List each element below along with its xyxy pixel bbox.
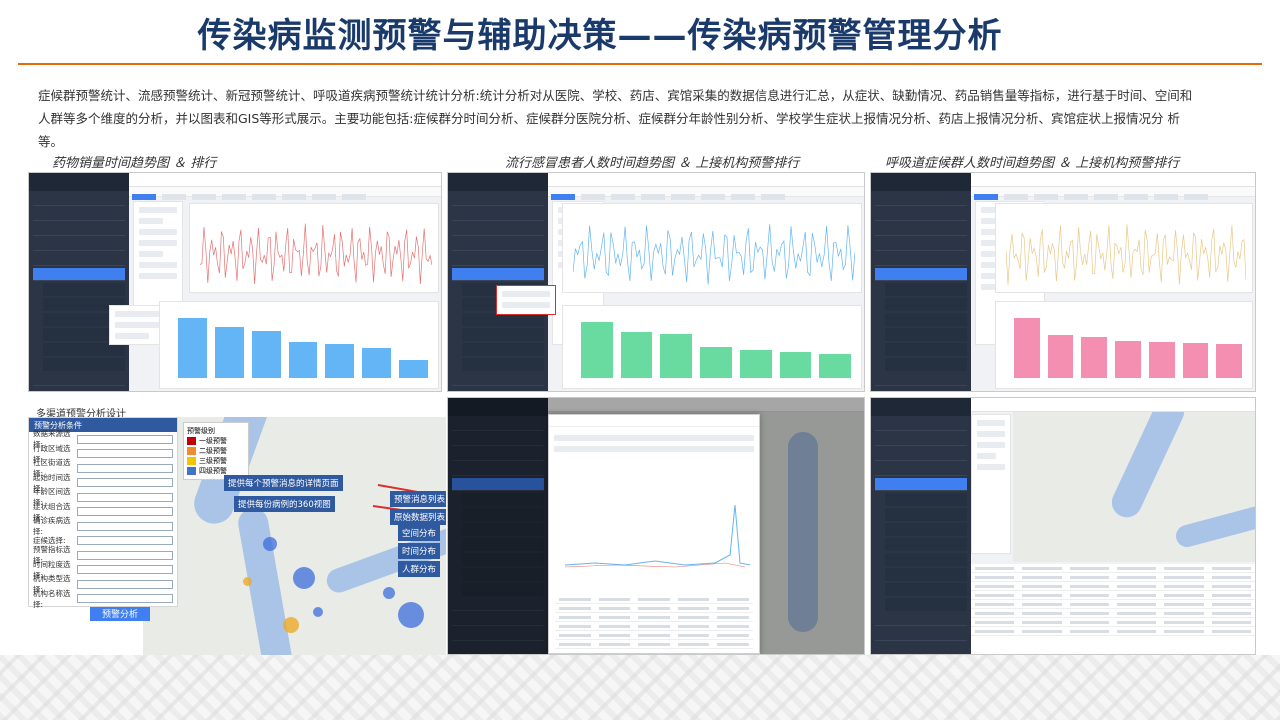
- legend-item: 三级预警: [187, 456, 245, 466]
- analyze-button[interactable]: 预警分析: [90, 607, 150, 621]
- bar: [1115, 340, 1141, 378]
- footer-pattern: [0, 655, 1280, 720]
- app-logo: [29, 173, 129, 191]
- screenshot-gis-list: [870, 397, 1256, 655]
- sidebar: [29, 173, 129, 391]
- trend-line-3: [1006, 224, 1246, 285]
- bar: [362, 348, 392, 378]
- bar: [739, 350, 772, 378]
- trend-line-1: [200, 223, 432, 285]
- drug-rank-chart: [159, 301, 439, 389]
- detail-trend-chart: [564, 504, 751, 568]
- screenshot-warning-detail: [447, 397, 865, 655]
- form-input[interactable]: [77, 579, 173, 589]
- form-input[interactable]: [77, 521, 173, 531]
- warning-table: [971, 564, 1255, 654]
- bar: [325, 344, 355, 378]
- form-input[interactable]: [77, 449, 173, 459]
- form-input[interactable]: [77, 507, 173, 517]
- bar: [620, 332, 653, 378]
- bar: [399, 360, 429, 378]
- tag-temporal[interactable]: 时间分布: [398, 543, 441, 559]
- legend-title: 预警级别: [187, 427, 215, 435]
- form-input[interactable]: [77, 463, 173, 473]
- callout-detail-page: 提供每个预警消息的详情页面: [224, 475, 343, 491]
- legend-item: 二级预警: [187, 446, 245, 456]
- caption-flu: 流行感冒患者人数时间趋势图 ＆ 上接机构预警排行: [505, 156, 800, 171]
- form-label: 确诊疾病选择:: [33, 516, 71, 537]
- form-input[interactable]: [77, 478, 173, 488]
- bar: [1148, 342, 1175, 378]
- resp-rank-chart: [995, 301, 1253, 389]
- bar: [288, 342, 318, 378]
- caption-respiratory: 呼吸道症候群人数时间趋势图 ＆ 上接机构预警排行: [885, 156, 1180, 171]
- tag-spatial[interactable]: 空间分布: [398, 525, 441, 541]
- bar: [1014, 318, 1040, 378]
- form-input[interactable]: [77, 536, 173, 546]
- bar: [1216, 344, 1243, 378]
- page-title: 传染病监测预警与辅助决策——传染病预警管理分析: [197, 16, 1003, 56]
- caption-drug-sales: 药物销量时间趋势图 ＆ 排行: [52, 156, 217, 171]
- screenshot-respiratory: [870, 172, 1256, 392]
- warning-condition-form: 预警分析条件 数据来源选择: 行政区域选择: 社区街道选择: 起始时间选择: 年龄区间选…: [28, 417, 178, 609]
- bar: [819, 354, 852, 378]
- form-input[interactable]: [77, 565, 173, 575]
- bar: [214, 327, 244, 378]
- callout-360-view: 提供每份病例的360视图: [234, 496, 335, 512]
- screenshot-flu: [447, 172, 865, 392]
- title-divider: [18, 63, 1262, 65]
- bar: [660, 334, 693, 378]
- bar: [178, 318, 207, 378]
- warning-detail-modal: [548, 414, 760, 654]
- flu-rank-chart: [562, 305, 862, 389]
- form-row: 机构名称选择:: [29, 589, 177, 609]
- form-input[interactable]: [77, 492, 173, 502]
- form-label: 机构名称选择:: [33, 588, 71, 609]
- multi-channel-map-panel: 多渠道预警分析设计 预警分析条件 数据来源选择: 行政区域选择: 社区街道选择: 起始…: [28, 397, 446, 655]
- bar: [1081, 337, 1108, 378]
- form-row: 确诊疾病选择:: [29, 516, 177, 536]
- legend-item: 一级预警: [187, 436, 245, 446]
- bar: [1182, 343, 1209, 378]
- bar: [779, 352, 812, 378]
- bar: [581, 322, 613, 378]
- tag-population[interactable]: 人群分布: [398, 561, 441, 577]
- warning-legend: 预警级别 一级预警 二级预警 三级预警 四级预警: [183, 422, 249, 480]
- form-input[interactable]: [77, 550, 173, 560]
- tag-raw-data-list[interactable]: 原始数据列表: [390, 509, 446, 525]
- drug-trend-chart: [189, 203, 439, 293]
- trend-line-2: [573, 224, 855, 285]
- bar: [700, 347, 732, 378]
- screenshot-drug-sales: [28, 172, 442, 392]
- bar: [1047, 334, 1074, 378]
- resp-trend-chart: [995, 203, 1253, 293]
- bar: [251, 331, 281, 378]
- flu-trend-chart: [562, 203, 862, 293]
- form-input[interactable]: [77, 594, 173, 604]
- tag-warning-list[interactable]: 预警消息列表: [390, 491, 446, 507]
- description: 症候群预警统计、流感预警统计、新冠预警统计、呼吸道疾病预警统计统计分析:统计分析…: [38, 88, 1193, 149]
- form-input[interactable]: [77, 434, 173, 444]
